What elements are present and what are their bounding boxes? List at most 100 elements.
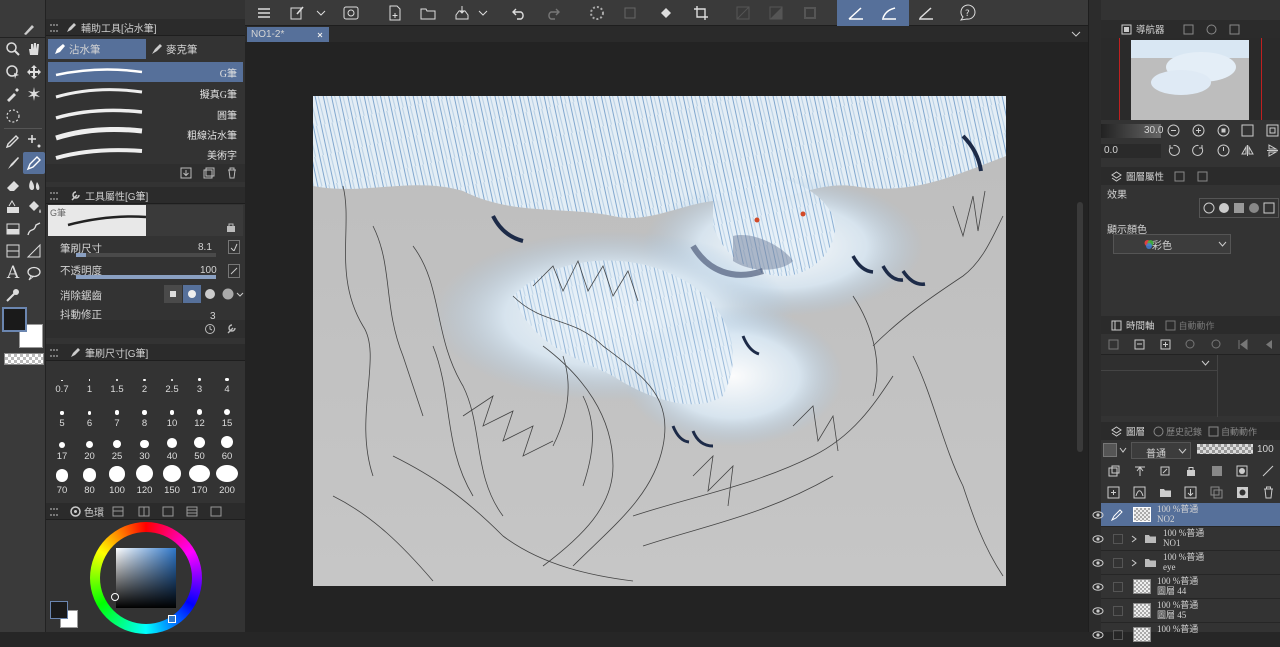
layer-row[interactable]: 100 %普通 eye	[1092, 551, 1280, 575]
frame-tool-icon[interactable]	[2, 240, 24, 262]
timeline-zoom-in-icon[interactable]	[1211, 339, 1222, 350]
zoom-out-icon[interactable]	[1167, 124, 1180, 137]
layer-row[interactable]: 100 %普通 圖層 44	[1092, 575, 1280, 599]
ruler-display-icon[interactable]	[1262, 465, 1274, 477]
history-icon[interactable]	[1153, 426, 1164, 437]
brush-size-option[interactable]: 7	[104, 398, 130, 430]
brush-size-option[interactable]: 30	[132, 431, 158, 463]
gradient-tool-icon[interactable]	[2, 218, 24, 240]
layer-property-header[interactable]: 圖層屬性	[1101, 167, 1280, 185]
copy-icon[interactable]	[203, 167, 215, 179]
opacity-slider[interactable]	[76, 275, 216, 279]
layer-select-box[interactable]	[1113, 606, 1123, 616]
pen-pressure-toggle[interactable]	[228, 240, 240, 254]
help-icon[interactable]: ?	[956, 3, 978, 23]
timeline-track-area[interactable]	[1101, 354, 1280, 417]
selection-border-icon[interactable]	[799, 3, 821, 23]
subtool-tab-pen[interactable]: 沾水筆	[48, 39, 146, 59]
pen-tool-icon[interactable]	[22, 22, 36, 36]
invert-selection-icon[interactable]	[765, 3, 787, 23]
brush-size-option[interactable]: 20	[77, 431, 103, 463]
correct-line-tool-icon[interactable]	[2, 284, 24, 306]
download-icon[interactable]	[180, 167, 192, 179]
lock-transparency-icon[interactable]	[1211, 465, 1223, 477]
canvas-scrollbar[interactable]	[1077, 202, 1083, 452]
transparent-color-swatch[interactable]	[4, 353, 44, 365]
move-tool-icon[interactable]	[23, 61, 45, 83]
sparkle-tool-icon[interactable]	[23, 130, 45, 152]
color-fill-effect-icon[interactable]	[1248, 202, 1260, 214]
hand-tool-icon[interactable]	[23, 38, 45, 60]
close-icon[interactable]	[317, 32, 323, 38]
actual-size-icon[interactable]	[1217, 124, 1230, 137]
text-tool-icon[interactable]: A	[2, 262, 24, 284]
timeline-select[interactable]	[1101, 355, 1217, 371]
layer-row[interactable]: 100 %普通	[1092, 623, 1280, 647]
new-vector-layer-icon[interactable]	[1133, 486, 1146, 499]
transfer-down-icon[interactable]	[1184, 486, 1197, 499]
navigator-preview[interactable]	[1101, 38, 1280, 120]
brush-size-option[interactable]: 10	[159, 398, 185, 430]
stabilization-row[interactable]: 抖動修正 3	[48, 306, 226, 320]
layer-select-box[interactable]	[1113, 558, 1123, 568]
eyedropper-tool-icon[interactable]	[2, 83, 24, 105]
layer-row[interactable]: 100 %普通 NO2	[1092, 503, 1280, 527]
brush-size-option[interactable]: 8	[132, 398, 158, 430]
clear-icon[interactable]	[619, 3, 641, 23]
brush-item[interactable]: G筆	[48, 62, 243, 82]
pen-tool-active-icon[interactable]	[23, 152, 45, 174]
brush-size-option[interactable]: 120	[132, 464, 158, 497]
brush-size-option[interactable]: 6	[77, 398, 103, 430]
figure-tool-icon[interactable]	[23, 218, 45, 240]
opacity-row[interactable]: 不透明度 100	[48, 261, 226, 281]
brush-size-option[interactable]: 2.5	[159, 364, 185, 396]
draft-layer-icon[interactable]	[1159, 465, 1171, 477]
brush-size-panel-header[interactable]: 筆刷尺寸[G筆]	[46, 344, 245, 361]
antialias-none-option[interactable]	[164, 285, 182, 303]
main-color-swatch-front[interactable]	[2, 307, 27, 332]
prev-frame-icon[interactable]	[1263, 339, 1274, 350]
mask-enable-icon[interactable]	[1236, 465, 1248, 477]
loading-icon[interactable]	[586, 3, 608, 23]
brush-size-option[interactable]: 40	[159, 431, 185, 463]
brush-size-option[interactable]: 0.7	[49, 364, 75, 396]
lock-layer-icon[interactable]	[1185, 465, 1197, 477]
eye-icon[interactable]	[1092, 582, 1104, 592]
zoom-tool-icon[interactable]	[2, 38, 24, 60]
tool-property-header[interactable]: 工具屬性[G筆]	[46, 187, 245, 204]
hue-handle[interactable]	[168, 615, 176, 623]
navigator-header[interactable]: 導航器	[1101, 20, 1280, 38]
brush-size-option[interactable]: 150	[159, 464, 185, 497]
ruler-tool-icon[interactable]	[23, 240, 45, 262]
antialias-medium-option[interactable]	[201, 285, 219, 303]
brush-tool-icon[interactable]	[2, 152, 24, 174]
chevron-down-icon[interactable]	[1071, 30, 1081, 38]
brush-size-option[interactable]: 1.5	[104, 364, 130, 396]
settings-icon[interactable]	[204, 323, 216, 335]
layer-search-tab-icon[interactable]	[1229, 24, 1240, 35]
flip-horizontal-icon[interactable]	[1241, 144, 1255, 157]
brush-size-option[interactable]: 17	[49, 431, 75, 463]
trash-icon[interactable]	[226, 167, 238, 179]
new-cel-icon[interactable]	[1160, 339, 1171, 350]
snap-curve-icon[interactable]	[878, 3, 900, 23]
rotate-right-icon[interactable]	[1191, 144, 1205, 157]
color-slider-tab-icon[interactable]	[210, 506, 222, 517]
opacity-toggle[interactable]	[228, 264, 240, 278]
reference-layer-icon[interactable]	[1134, 465, 1146, 477]
subtool-tab-marker[interactable]: 麥克筆	[147, 39, 243, 59]
chevron-down-icon[interactable]	[236, 291, 244, 299]
brush-size-option[interactable]: 200	[214, 464, 240, 497]
brush-size-option[interactable]: 12	[187, 398, 213, 430]
border-effect-icon[interactable]	[1203, 202, 1215, 214]
brush-size-option[interactable]: 1	[77, 364, 103, 396]
balloon-tool-icon[interactable]	[23, 262, 45, 284]
brush-size-row[interactable]: 筆刷尺寸 8.1	[48, 239, 226, 259]
line-extract-icon[interactable]	[1263, 202, 1275, 214]
brush-size-option[interactable]: 25	[104, 431, 130, 463]
fit-window-icon[interactable]	[1266, 124, 1279, 137]
layers-header[interactable]: 圖層 歷史記錄 自動動作	[1101, 422, 1280, 440]
color-picker-handle[interactable]	[111, 593, 119, 601]
blend-tool-icon[interactable]	[23, 174, 45, 196]
snap-ruler-icon[interactable]	[845, 3, 867, 23]
